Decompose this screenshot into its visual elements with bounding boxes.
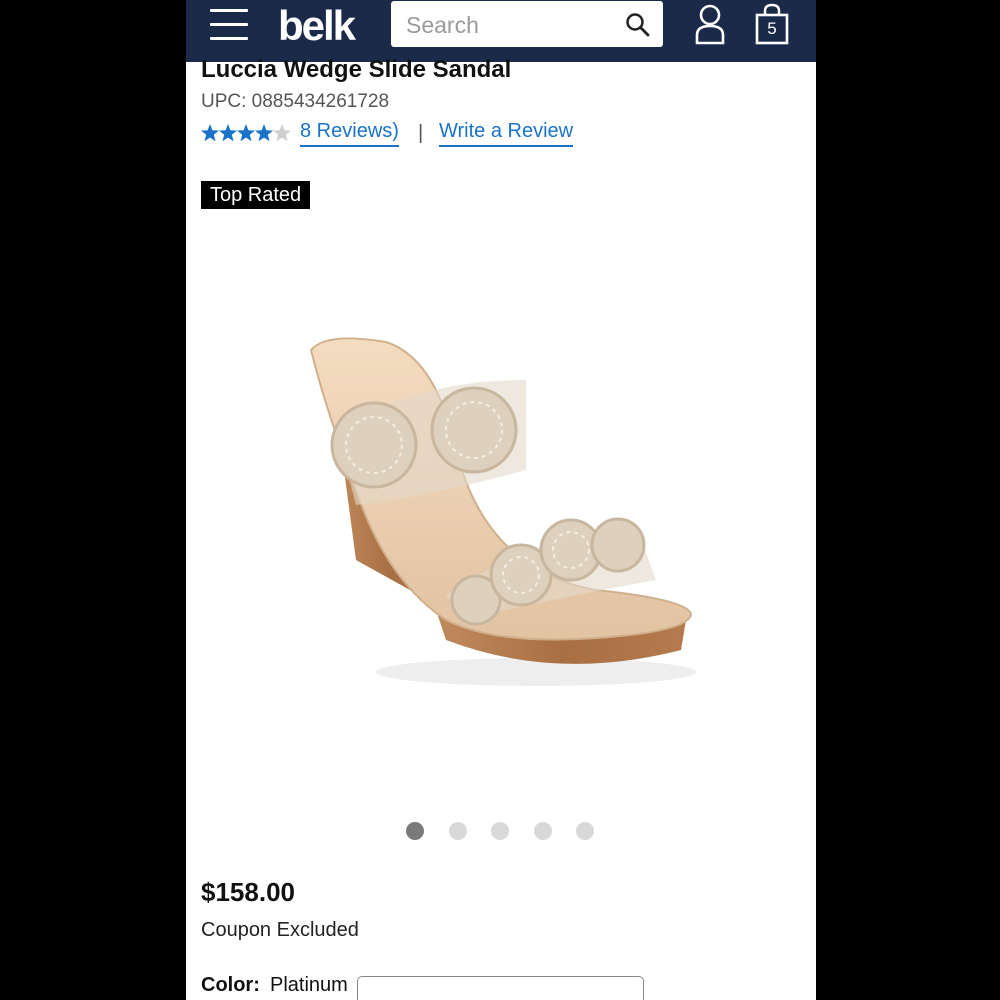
link-separator: | bbox=[418, 122, 424, 144]
color-value: Platinum bbox=[270, 974, 348, 996]
color-selector[interactable] bbox=[357, 976, 644, 1000]
product-price: $158.00 bbox=[201, 877, 295, 907]
search-placeholder: Search bbox=[406, 12, 479, 38]
carousel-dot[interactable] bbox=[448, 822, 467, 840]
rating-stars-icon bbox=[201, 124, 291, 142]
belk-logo[interactable]: belk bbox=[278, 2, 356, 50]
menu-icon[interactable] bbox=[210, 5, 250, 45]
product-upc: UPC: 0885434261728 bbox=[201, 91, 390, 112]
top-rated-badge: Top Rated bbox=[201, 181, 311, 209]
search-input[interactable]: Search bbox=[391, 1, 663, 47]
carousel-dot[interactable] bbox=[406, 822, 424, 840]
carousel-dot[interactable] bbox=[533, 822, 552, 840]
product-title: Luccia Wedge Slide Sandal bbox=[201, 56, 512, 83]
reviews-link[interactable]: 8 Reviews) bbox=[300, 120, 399, 147]
coupon-note: Coupon Excluded bbox=[201, 919, 359, 941]
search-icon[interactable] bbox=[625, 12, 651, 38]
carousel-dot[interactable] bbox=[491, 822, 509, 840]
write-review-link[interactable]: Write a Review bbox=[439, 120, 574, 147]
bag-count: 5 bbox=[767, 19, 777, 38]
account-icon[interactable] bbox=[694, 3, 726, 45]
product-page: belk Search 5 Luccia Wedge Slide Sandal … bbox=[186, 0, 816, 1000]
color-label: Color: bbox=[201, 974, 260, 996]
image-carousel-dots bbox=[186, 822, 816, 842]
top-header: belk Search 5 bbox=[186, 0, 816, 62]
shopping-bag-icon[interactable]: 5 bbox=[754, 3, 790, 45]
product-image[interactable] bbox=[296, 320, 716, 720]
carousel-dot[interactable] bbox=[576, 822, 594, 840]
